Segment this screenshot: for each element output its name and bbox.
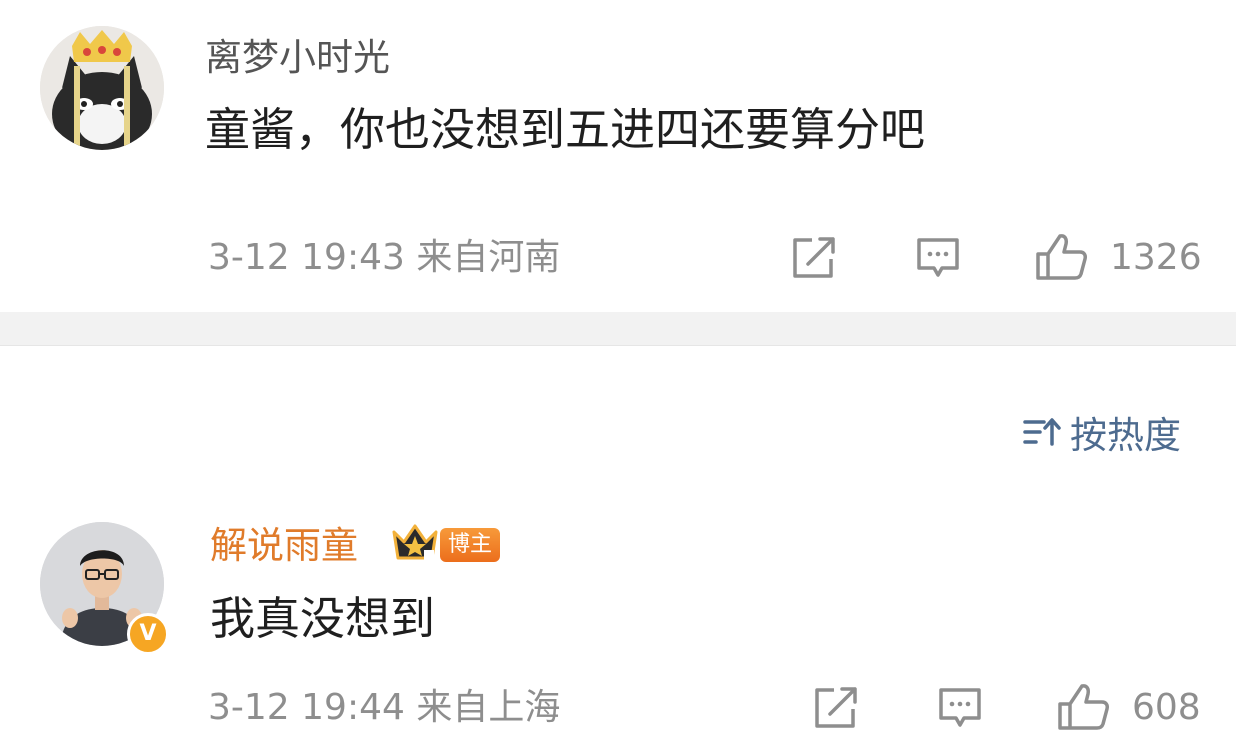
comment-meta: 3-12 19:44 来自上海 bbox=[208, 687, 561, 728]
comment-text: 我真没想到 bbox=[210, 592, 436, 645]
crown-icon bbox=[392, 524, 438, 562]
sort-icon bbox=[1023, 418, 1061, 446]
divider-line bbox=[0, 345, 1236, 346]
share-icon[interactable] bbox=[812, 686, 860, 730]
comment-meta: 3-12 19:43 来自河南 bbox=[208, 237, 561, 278]
comment-icon[interactable] bbox=[936, 686, 984, 730]
sort-label: 按热度 bbox=[1070, 414, 1181, 457]
section-divider bbox=[0, 312, 1236, 346]
like-count: 1326 bbox=[1110, 237, 1202, 278]
comment-icon[interactable] bbox=[914, 236, 962, 280]
comment-text: 童酱，你也没想到五进四还要算分吧 bbox=[205, 103, 926, 156]
creator-badge: 博主 bbox=[440, 528, 500, 562]
verified-icon: V bbox=[127, 613, 169, 655]
comment-1: 离梦小时光 童酱，你也没想到五进四还要算分吧 3-12 19:43 来自河南 1… bbox=[0, 0, 1236, 312]
like-count: 608 bbox=[1132, 687, 1201, 728]
like-icon[interactable] bbox=[1056, 682, 1110, 732]
avatar[interactable] bbox=[40, 26, 164, 150]
share-icon[interactable] bbox=[790, 236, 838, 280]
cat-avatar-icon bbox=[40, 26, 164, 150]
like-icon[interactable] bbox=[1034, 232, 1088, 282]
sort-button[interactable]: 按热度 bbox=[1022, 408, 1181, 457]
username[interactable]: 离梦小时光 bbox=[205, 36, 390, 80]
creator-username[interactable]: 解说雨童 bbox=[210, 524, 358, 568]
